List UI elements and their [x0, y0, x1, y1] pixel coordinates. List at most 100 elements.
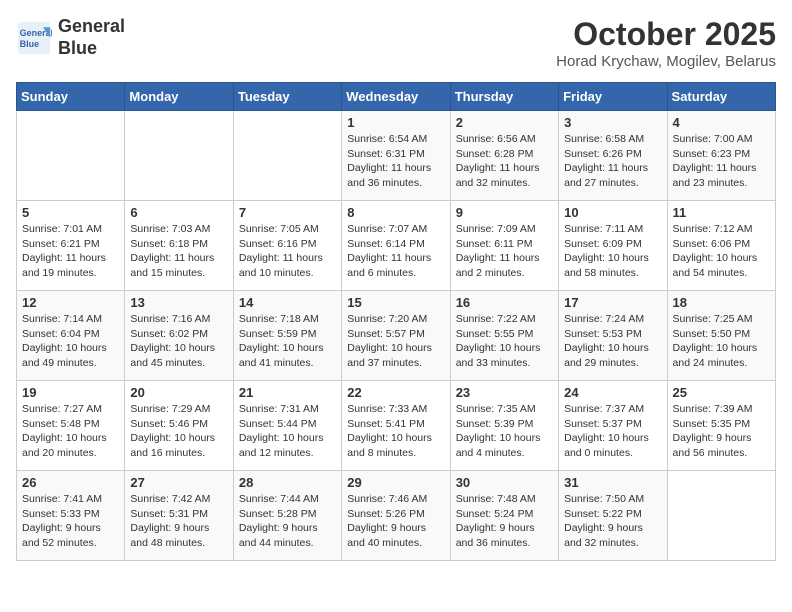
cell-content: Sunrise: 7:42 AM Sunset: 5:31 PM Dayligh… — [130, 492, 227, 551]
calendar-cell: 26 Sunrise: 7:41 AM Sunset: 5:33 PM Dayli… — [17, 471, 125, 561]
day-number: 7 — [239, 205, 336, 220]
calendar-week-1: 1 Sunrise: 6:54 AM Sunset: 6:31 PM Daylig… — [17, 111, 776, 201]
cell-content: Sunrise: 6:56 AM Sunset: 6:28 PM Dayligh… — [456, 132, 553, 191]
day-number: 30 — [456, 475, 553, 490]
location: Horad Krychaw, Mogilev, Belarus — [556, 53, 776, 70]
day-number: 12 — [22, 295, 119, 310]
day-number: 6 — [130, 205, 227, 220]
day-number: 28 — [239, 475, 336, 490]
svg-text:Blue: Blue — [20, 39, 40, 49]
calendar-cell: 29Sunrise: 7:46 AM Sunset: 5:26 PM Dayli… — [342, 471, 450, 561]
cell-content: Sunrise: 7:25 AM Sunset: 5:50 PM Dayligh… — [673, 312, 770, 371]
day-number: 27 — [130, 475, 227, 490]
calendar-cell — [125, 111, 233, 201]
calendar-cell: 18 Sunrise: 7:25 AM Sunset: 5:50 PM Dayli… — [667, 291, 775, 381]
calendar-week-2: 5 Sunrise: 7:01 AM Sunset: 6:21 PM Daylig… — [17, 201, 776, 291]
calendar-cell: 2Sunrise: 6:56 AM Sunset: 6:28 PM Daylig… — [450, 111, 558, 201]
calendar-cell: 9 Sunrise: 7:09 AM Sunset: 6:11 PM Daylig… — [450, 201, 558, 291]
day-number: 29 — [347, 475, 444, 490]
calendar-cell: 11 Sunrise: 7:12 AM Sunset: 6:06 PM Dayli… — [667, 201, 775, 291]
page-header: General Blue General Blue October 2025 H… — [16, 16, 776, 70]
weekday-header-sunday: Sunday — [17, 83, 125, 111]
day-number: 15 — [347, 295, 444, 310]
day-number: 9 — [456, 205, 553, 220]
cell-content: Sunrise: 7:22 AM Sunset: 5:55 PM Dayligh… — [456, 312, 553, 371]
logo-text: General Blue — [58, 16, 125, 59]
calendar-cell: 22 Sunrise: 7:33 AM Sunset: 5:41 PM Dayli… — [342, 381, 450, 471]
day-number: 24 — [564, 385, 661, 400]
day-number: 23 — [456, 385, 553, 400]
calendar-cell: 30 Sunrise: 7:48 AM Sunset: 5:24 PM Dayli… — [450, 471, 558, 561]
cell-content: Sunrise: 6:54 AM Sunset: 6:31 PM Dayligh… — [347, 132, 444, 191]
day-number: 20 — [130, 385, 227, 400]
cell-content: Sunrise: 7:16 AM Sunset: 6:02 PM Dayligh… — [130, 312, 227, 371]
cell-content: Sunrise: 7:12 AM Sunset: 6:06 PM Dayligh… — [673, 222, 770, 281]
day-number: 4 — [673, 115, 770, 130]
calendar-cell: 25 Sunrise: 7:39 AM Sunset: 5:35 PM Dayli… — [667, 381, 775, 471]
calendar-cell: 7 Sunrise: 7:05 AM Sunset: 6:16 PM Daylig… — [233, 201, 341, 291]
calendar-week-3: 12 Sunrise: 7:14 AM Sunset: 6:04 PM Dayli… — [17, 291, 776, 381]
calendar-cell: 6 Sunrise: 7:03 AM Sunset: 6:18 PM Daylig… — [125, 201, 233, 291]
day-number: 16 — [456, 295, 553, 310]
calendar-cell: 21Sunrise: 7:31 AM Sunset: 5:44 PM Dayli… — [233, 381, 341, 471]
day-number: 10 — [564, 205, 661, 220]
cell-content: Sunrise: 7:05 AM Sunset: 6:16 PM Dayligh… — [239, 222, 336, 281]
cell-content: Sunrise: 7:07 AM Sunset: 6:14 PM Dayligh… — [347, 222, 444, 281]
cell-content: Sunrise: 7:29 AM Sunset: 5:46 PM Dayligh… — [130, 402, 227, 461]
cell-content: Sunrise: 7:24 AM Sunset: 5:53 PM Dayligh… — [564, 312, 661, 371]
weekday-header-tuesday: Tuesday — [233, 83, 341, 111]
weekday-header-wednesday: Wednesday — [342, 83, 450, 111]
weekday-header-friday: Friday — [559, 83, 667, 111]
month-title: October 2025 — [556, 16, 776, 53]
cell-content: Sunrise: 7:33 AM Sunset: 5:41 PM Dayligh… — [347, 402, 444, 461]
day-number: 25 — [673, 385, 770, 400]
calendar-cell: 27 Sunrise: 7:42 AM Sunset: 5:31 PM Dayli… — [125, 471, 233, 561]
day-number: 17 — [564, 295, 661, 310]
calendar-cell: 31 Sunrise: 7:50 AM Sunset: 5:22 PM Dayli… — [559, 471, 667, 561]
cell-content: Sunrise: 7:11 AM Sunset: 6:09 PM Dayligh… — [564, 222, 661, 281]
day-number: 26 — [22, 475, 119, 490]
cell-content: Sunrise: 7:48 AM Sunset: 5:24 PM Dayligh… — [456, 492, 553, 551]
weekday-header-monday: Monday — [125, 83, 233, 111]
calendar-cell: 20 Sunrise: 7:29 AM Sunset: 5:46 PM Dayli… — [125, 381, 233, 471]
weekday-header-saturday: Saturday — [667, 83, 775, 111]
logo-icon: General Blue — [16, 20, 52, 56]
calendar-cell: 17 Sunrise: 7:24 AM Sunset: 5:53 PM Dayli… — [559, 291, 667, 381]
cell-content: Sunrise: 7:41 AM Sunset: 5:33 PM Dayligh… — [22, 492, 119, 551]
calendar-cell — [233, 111, 341, 201]
day-number: 22 — [347, 385, 444, 400]
calendar-cell: 24Sunrise: 7:37 AM Sunset: 5:37 PM Dayli… — [559, 381, 667, 471]
calendar-cell: 15 Sunrise: 7:20 AM Sunset: 5:57 PM Dayli… — [342, 291, 450, 381]
cell-content: Sunrise: 7:00 AM Sunset: 6:23 PM Dayligh… — [673, 132, 770, 191]
calendar-week-5: 26 Sunrise: 7:41 AM Sunset: 5:33 PM Dayli… — [17, 471, 776, 561]
cell-content: Sunrise: 7:03 AM Sunset: 6:18 PM Dayligh… — [130, 222, 227, 281]
cell-content: Sunrise: 7:20 AM Sunset: 5:57 PM Dayligh… — [347, 312, 444, 371]
cell-content: Sunrise: 7:09 AM Sunset: 6:11 PM Dayligh… — [456, 222, 553, 281]
calendar-table: SundayMondayTuesdayWednesdayThursdayFrid… — [16, 82, 776, 561]
day-number: 11 — [673, 205, 770, 220]
calendar-cell: 14Sunrise: 7:18 AM Sunset: 5:59 PM Dayli… — [233, 291, 341, 381]
title-block: October 2025 Horad Krychaw, Mogilev, Bel… — [556, 16, 776, 70]
calendar-cell: 12 Sunrise: 7:14 AM Sunset: 6:04 PM Dayli… — [17, 291, 125, 381]
day-number: 31 — [564, 475, 661, 490]
cell-content: Sunrise: 7:14 AM Sunset: 6:04 PM Dayligh… — [22, 312, 119, 371]
calendar-cell: 28 Sunrise: 7:44 AM Sunset: 5:28 PM Dayli… — [233, 471, 341, 561]
calendar-cell: 5 Sunrise: 7:01 AM Sunset: 6:21 PM Daylig… — [17, 201, 125, 291]
calendar-cell — [17, 111, 125, 201]
day-number: 1 — [347, 115, 444, 130]
cell-content: Sunrise: 7:01 AM Sunset: 6:21 PM Dayligh… — [22, 222, 119, 281]
calendar-cell: 1 Sunrise: 6:54 AM Sunset: 6:31 PM Daylig… — [342, 111, 450, 201]
day-number: 13 — [130, 295, 227, 310]
calendar-cell: 13 Sunrise: 7:16 AM Sunset: 6:02 PM Dayli… — [125, 291, 233, 381]
day-number: 18 — [673, 295, 770, 310]
calendar-cell: 23 Sunrise: 7:35 AM Sunset: 5:39 PM Dayli… — [450, 381, 558, 471]
cell-content: Sunrise: 7:35 AM Sunset: 5:39 PM Dayligh… — [456, 402, 553, 461]
calendar-week-4: 19Sunrise: 7:27 AM Sunset: 5:48 PM Dayli… — [17, 381, 776, 471]
day-number: 5 — [22, 205, 119, 220]
day-number: 8 — [347, 205, 444, 220]
day-number: 3 — [564, 115, 661, 130]
cell-content: Sunrise: 7:44 AM Sunset: 5:28 PM Dayligh… — [239, 492, 336, 551]
cell-content: Sunrise: 7:39 AM Sunset: 5:35 PM Dayligh… — [673, 402, 770, 461]
weekday-header-thursday: Thursday — [450, 83, 558, 111]
cell-content: Sunrise: 7:50 AM Sunset: 5:22 PM Dayligh… — [564, 492, 661, 551]
